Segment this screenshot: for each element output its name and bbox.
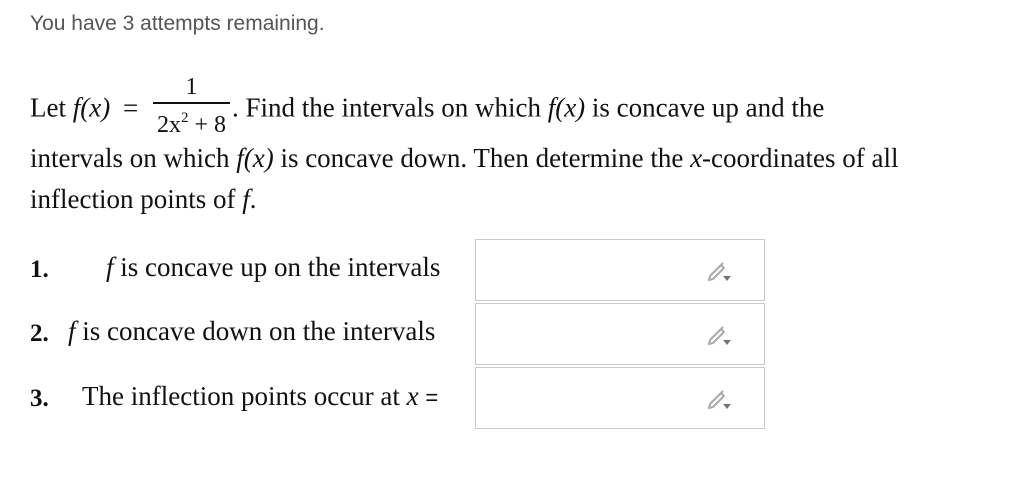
denominator-lead: 2x [156,112,181,138]
line2-end-text: -coordinates of all [702,143,899,173]
question-1-f: f [106,252,114,282]
question-3-equals: = [425,385,439,410]
answer-input-1[interactable] [475,239,765,301]
line2-start-text: intervals on which [30,143,230,173]
question-2-label: f is concave down on the intervals [68,316,435,347]
pencil-dropdown-icon[interactable] [706,387,732,411]
question-1-text: is concave up on the intervals [120,252,441,282]
problem-line-1: Let f(x) = 1 2x2 + 8 . Find the interval… [30,74,825,143]
question-1-number: 1. [30,256,49,283]
question-1-label: f is concave up on the intervals [106,252,440,283]
question-3-x: x [406,381,419,411]
function-fraction: 1 2x2 + 8 [152,74,230,139]
answer-input-3[interactable] [475,367,765,429]
question-2-text: is concave down on the intervals [82,316,436,346]
after-fraction-text: . Find the intervals on which [231,92,541,123]
question-3-label: The inflection points occur at x = [82,381,438,412]
pencil-dropdown-icon[interactable] [706,323,732,347]
equals-sign: = [122,92,139,123]
pencil-dropdown-icon[interactable] [706,259,732,283]
question-2-number: 2. [30,320,49,347]
problem-line-2: intervals on which f(x) is concave down.… [30,143,898,174]
problem-line-3: inflection points of f. [30,184,256,215]
line2-mid-text: is concave down. Then determine the [280,143,684,173]
line1-end-text: is concave up and the [591,92,825,123]
question-3-number: 3. [30,385,49,412]
question-page: You have 3 attempts remaining. Let f(x) … [0,0,1024,479]
question-2-f: f [68,316,76,346]
attempts-remaining: You have 3 attempts remaining. [30,12,325,35]
line3-start-text: inflection points of [30,184,236,214]
question-3-text: The inflection points occur at [82,381,400,411]
function-ref-1: f(x) [547,92,586,123]
function-ref-2: f(x) [236,143,274,173]
x-variable: x [690,143,703,173]
f-variable: f [242,184,250,214]
let-text: Let [30,92,66,123]
denominator-tail: + 8 [188,112,226,138]
line3-period: . [249,184,257,214]
fraction-numerator: 1 [152,74,230,104]
answer-input-2[interactable] [475,303,765,365]
function-label: f(x) [72,92,111,123]
fraction-denominator: 2x2 + 8 [153,104,230,139]
